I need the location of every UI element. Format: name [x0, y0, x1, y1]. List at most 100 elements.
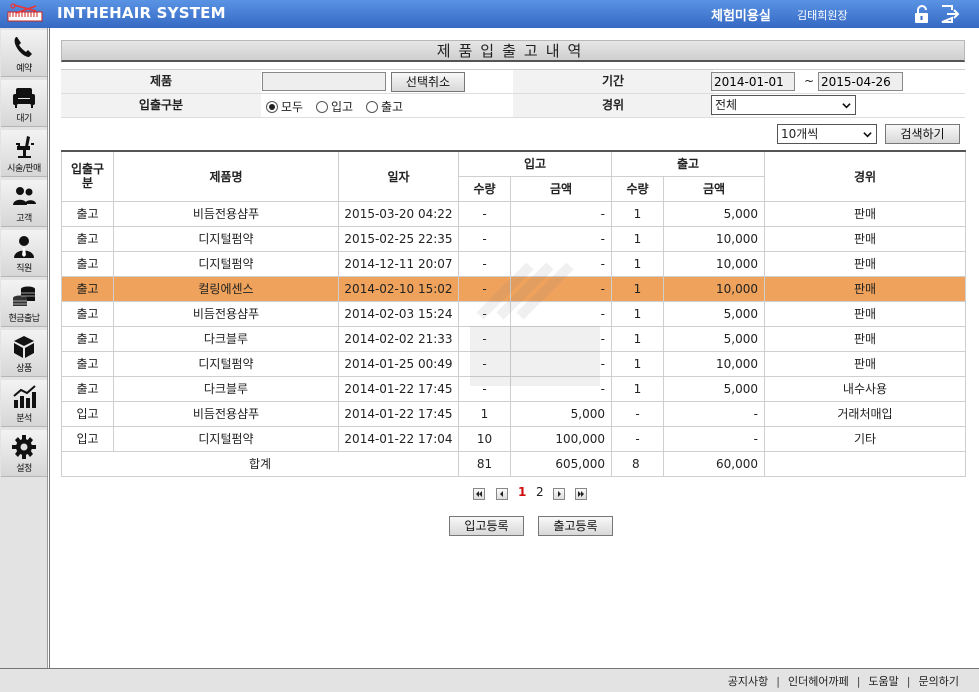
row-product-name: 디지털펌약: [113, 425, 339, 452]
row-in-amount: -: [510, 250, 612, 277]
row-date: 2015-03-20 04:22: [338, 200, 459, 227]
footer-separator: |: [856, 675, 861, 688]
table-row[interactable]: 입고 디지털펌약 2014-01-22 17:04 10 100,000- - 기타: [61, 425, 966, 452]
row-out-amount: -: [663, 425, 765, 452]
table-row[interactable]: 출고 비듬전용샴푸 2015-03-20 04:22- -1 5,000 판매: [61, 200, 966, 227]
phone-icon: [14, 37, 32, 57]
row-reason: 판매: [764, 325, 966, 352]
row-in-qty: -: [458, 200, 511, 227]
row-out-amount: 5,000: [663, 325, 765, 352]
chevron-down-icon: [863, 132, 872, 138]
row-type: 출고: [61, 275, 114, 302]
footer-link-contact[interactable]: 문의하기: [919, 675, 959, 688]
type-option-label: 입고: [331, 100, 354, 114]
footer-link-notice[interactable]: 공지사항: [728, 675, 768, 688]
table-row[interactable]: 출고 디지털펌약 2014-12-11 20:07- -1 10,000 판매: [61, 250, 966, 277]
period-label: 기간: [513, 70, 713, 93]
table-body: 출고 비듬전용샴푸 2015-03-20 04:22- -1 5,000 판매 출고 디지털펌…: [61, 200, 966, 452]
next-page-button[interactable]: [553, 488, 565, 500]
gear-icon: [12, 435, 36, 459]
row-out-amount: 5,000: [663, 375, 765, 402]
date-to-input[interactable]: [818, 72, 903, 91]
row-out-amount: -: [663, 400, 765, 427]
sidebar-item-products[interactable]: 상품: [1, 330, 47, 377]
reason-label: 경위: [513, 94, 713, 117]
row-product-name: 비듬전용샴푸: [113, 200, 339, 227]
sidebar-item-label: 분석: [16, 414, 32, 424]
sidebar-item-staff[interactable]: 직원: [1, 230, 47, 277]
row-type: 출고: [61, 375, 114, 402]
sidebar-item-waiting[interactable]: 대기: [1, 80, 47, 127]
row-type: 입고: [61, 400, 114, 427]
row-out-qty: 1: [611, 350, 664, 377]
stock-out-register-button[interactable]: 출고등록: [538, 516, 613, 536]
sidebar-item-cash[interactable]: 현금출납: [1, 280, 47, 327]
row-date: 2014-02-03 15:24: [338, 300, 459, 327]
row-out-qty: -: [611, 400, 664, 427]
row-out-amount: 10,000: [663, 225, 765, 252]
last-page-button[interactable]: [575, 488, 587, 500]
page-number-current[interactable]: 1: [518, 485, 526, 499]
footer-separator: |: [906, 675, 911, 688]
row-out-amount: 5,000: [663, 300, 765, 327]
page-size-select[interactable]: 10개씩: [777, 124, 877, 144]
date-from-input[interactable]: [711, 72, 795, 91]
table-row[interactable]: 출고 컬링에센스 2014-02-10 15:02- -1 10,000 판매: [61, 275, 966, 302]
row-type: 출고: [61, 200, 114, 227]
table-row[interactable]: 출고 다크블루 2014-02-02 21:33- -1 5,000 판매: [61, 325, 966, 352]
table-row[interactable]: 출고 디지털펌약 2014-01-25 00:49- -1 10,000 판매: [61, 350, 966, 377]
row-out-amount: 10,000: [663, 250, 765, 277]
row-out-qty: -: [611, 425, 664, 452]
type-option-label: 모두: [281, 100, 304, 114]
type-option-in[interactable]: 입고: [316, 98, 353, 115]
sidebar-item-analysis[interactable]: 분석: [1, 380, 47, 427]
table-row[interactable]: 출고 비듬전용샴푸 2014-02-03 15:24- -1 5,000 판매: [61, 300, 966, 327]
reason-select[interactable]: 전체: [711, 95, 856, 115]
row-date: 2014-01-22 17:45: [338, 400, 459, 427]
footer-link-help[interactable]: 도움말: [868, 675, 898, 688]
logout-icon[interactable]: [939, 4, 961, 24]
type-option-out[interactable]: 출고: [366, 98, 403, 115]
stock-history-table: 입출구분 제품명 일자 입고 출고 경위 수량 금액 수량 금액 출고 비듬전용샴…: [61, 150, 966, 477]
total-out-qty: 8: [611, 450, 664, 477]
col-header-out-qty: 수량: [611, 175, 664, 202]
row-reason: 판매: [764, 200, 966, 227]
table-row[interactable]: 입고 비듬전용샴푸 2014-01-22 17:45 1 5,000- - 거래처매입: [61, 400, 966, 427]
lock-icon[interactable]: [911, 4, 933, 24]
total-reason-empty: [764, 450, 966, 477]
chart-icon: [13, 385, 36, 408]
footer-links: 공지사항 | 인더헤어까페 | 도움말 | 문의하기: [728, 673, 959, 689]
sidebar-item-label: 대기: [16, 114, 32, 124]
table-row[interactable]: 출고 디지털펌약 2015-02-25 22:35- -1 10,000 판매: [61, 225, 966, 252]
row-in-amount: 5,000: [510, 400, 612, 427]
radio-checked-icon: [266, 101, 278, 113]
product-label: 제품: [61, 70, 261, 93]
first-page-button[interactable]: [473, 488, 485, 500]
date-range-separator: ~: [804, 74, 815, 88]
footer-link-cafe[interactable]: 인더헤어까페: [788, 675, 849, 688]
row-out-amount: 10,000: [663, 350, 765, 377]
total-in-qty: 81: [458, 450, 511, 477]
row-out-qty: 1: [611, 225, 664, 252]
search-button[interactable]: 검색하기: [885, 124, 960, 144]
sidebar-item-settings[interactable]: 설정: [1, 430, 47, 477]
reason-select-value: 전체: [715, 98, 738, 112]
row-product-name: 컬링에센스: [113, 275, 339, 302]
product-input[interactable]: [262, 72, 386, 91]
type-option-all[interactable]: 모두: [266, 98, 303, 115]
sidebar-item-treatment-sales[interactable]: 시술/판매: [1, 130, 47, 177]
row-product-name: 비듬전용샴푸: [113, 300, 339, 327]
stock-in-register-button[interactable]: 입고등록: [449, 516, 524, 536]
scissors-logo-icon: [7, 3, 43, 22]
app-title: INTHEHAIR SYSTEM: [57, 4, 226, 22]
row-in-qty: -: [458, 350, 511, 377]
table-row[interactable]: 출고 다크블루 2014-01-22 17:45- -1 5,000 내수사용: [61, 375, 966, 402]
sidebar-item-label: 설정: [16, 464, 32, 474]
row-date: 2014-01-22 17:04: [338, 425, 459, 452]
sidebar-item-customers[interactable]: 고객: [1, 180, 47, 227]
prev-page-button[interactable]: [496, 488, 508, 500]
page-number[interactable]: 2: [536, 485, 544, 499]
row-in-qty: 1: [458, 400, 511, 427]
clear-selection-button[interactable]: 선택취소: [391, 72, 465, 92]
sidebar-item-reservation[interactable]: 예약: [1, 30, 47, 77]
